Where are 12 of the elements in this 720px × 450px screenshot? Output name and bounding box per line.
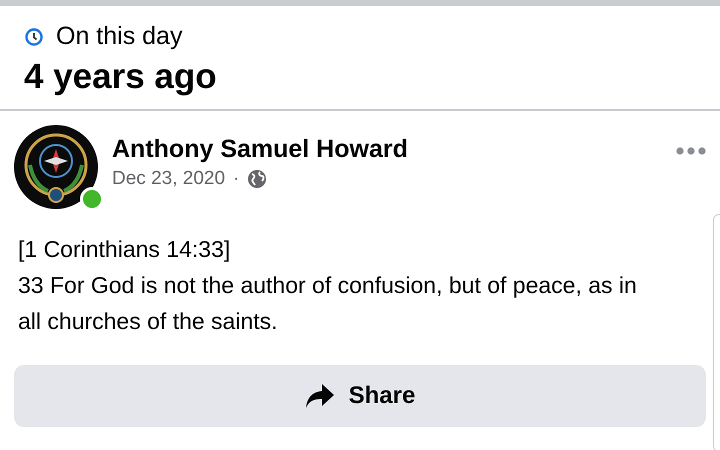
section-label: On this day <box>56 22 182 51</box>
share-arrow-icon <box>304 383 335 409</box>
separator-dot: · <box>233 168 240 190</box>
clock-history-icon <box>24 26 44 46</box>
more-options-icon[interactable] <box>676 147 706 155</box>
post-date[interactable]: Dec 23, 2020 <box>112 168 226 190</box>
globe-icon <box>247 169 268 189</box>
post-text: [1 Corinthians 14:33] <box>18 235 232 264</box>
share-button[interactable]: Share <box>14 365 706 427</box>
post-text: 33 For God is not the author of confusion, but of peace, as in all churches of the saints. <box>18 271 638 336</box>
memory-title: 4 years ago <box>24 57 218 97</box>
author-name[interactable]: Anthony Samuel Howard <box>112 135 662 164</box>
